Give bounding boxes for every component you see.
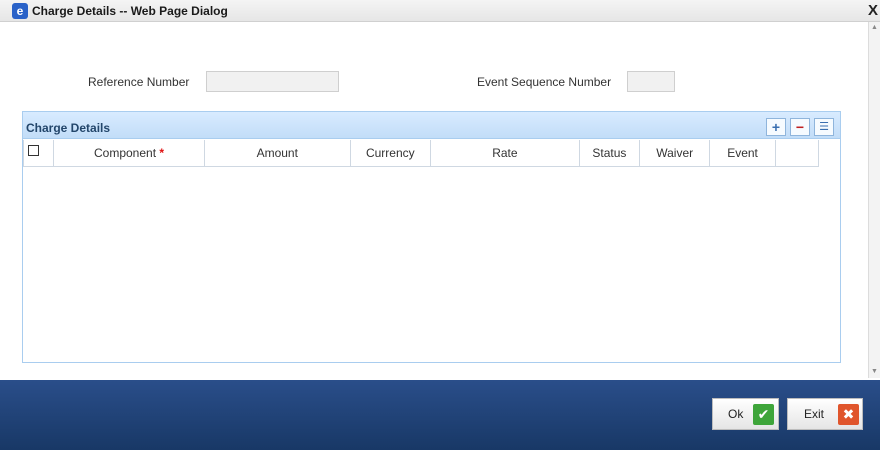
ok-label: Ok <box>728 407 744 421</box>
add-row-button[interactable]: + <box>766 118 786 136</box>
required-marker: * <box>159 145 165 160</box>
column-header-event[interactable]: Event <box>709 140 776 167</box>
grid-header: Charge Details + − ☰ <box>23 112 840 139</box>
exit-button[interactable]: Exit ✖ <box>787 398 863 430</box>
column-header-rate[interactable]: Rate <box>430 140 580 167</box>
exit-label: Exit <box>804 407 825 421</box>
title-bar: e Charge Details -- Web Page Dialog X <box>0 0 880 22</box>
column-header-amount[interactable]: Amount <box>203 140 351 167</box>
reference-number-input[interactable] <box>206 71 339 92</box>
column-label: Component <box>93 145 157 160</box>
vertical-scrollbar[interactable]: ▲ ▼ <box>868 22 880 378</box>
ok-button[interactable]: Ok ✔ <box>712 398 779 430</box>
column-header-currency[interactable]: Currency <box>349 140 432 167</box>
charge-details-grid: Charge Details + − ☰ Component * Amount … <box>22 111 841 363</box>
column-header-extra <box>774 140 820 167</box>
close-icon[interactable]: X <box>866 3 880 19</box>
select-all-checkbox[interactable] <box>28 145 39 156</box>
column-header-waiver[interactable]: Waiver <box>639 140 711 167</box>
checkmark-icon: ✔ <box>753 404 774 425</box>
close-x-icon: ✖ <box>838 404 859 425</box>
section-title: Charge Details <box>26 121 111 135</box>
charges-table: Component * Amount Currency Rate Status … <box>22 140 820 167</box>
event-sequence-number-input[interactable] <box>627 71 675 92</box>
column-header-status[interactable]: Status <box>578 140 641 167</box>
window-title: Charge Details -- Web Page Dialog <box>32 4 228 18</box>
scroll-up-icon[interactable]: ▲ <box>869 22 880 34</box>
column-header-component[interactable]: Component * <box>53 140 205 167</box>
single-view-button[interactable]: ☰ <box>814 118 834 136</box>
ie-app-icon: e <box>12 3 28 19</box>
footer-bar: Ok ✔ Exit ✖ <box>0 380 880 450</box>
event-sequence-number-label: Event Sequence Number <box>477 75 612 89</box>
select-all-cell <box>22 140 55 167</box>
table-header-row: Component * Amount Currency Rate Status … <box>22 140 820 167</box>
reference-number-label: Reference Number <box>88 75 190 89</box>
scroll-down-icon[interactable]: ▼ <box>869 366 880 378</box>
delete-row-button[interactable]: − <box>790 118 810 136</box>
